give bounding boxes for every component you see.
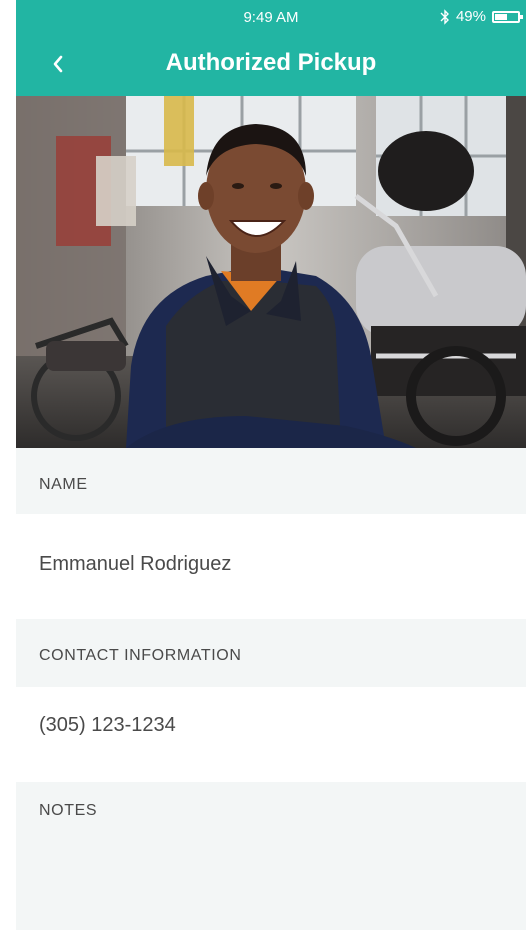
name-value-row: Emmanuel Rodriguez <box>16 514 526 619</box>
status-indicators: 49% <box>439 8 523 25</box>
contact-section-header: CONTACT INFORMATION <box>16 619 526 687</box>
name-section-header: NAME <box>16 448 526 514</box>
battery-icon <box>492 10 523 23</box>
page-title: Authorized Pickup <box>165 49 377 76</box>
notes-label: NOTES <box>39 802 98 819</box>
app-header: 9:49 AM 49% Authorized Pickup <box>16 0 526 96</box>
contact-label: CONTACT INFORMATION <box>39 647 242 664</box>
name-value: Emmanuel Rodriguez <box>39 553 232 575</box>
notes-section-header: NOTES <box>16 782 526 930</box>
name-label: NAME <box>39 476 88 493</box>
contact-value-row: (305) 123-1234 <box>16 687 526 782</box>
battery-percent: 49% <box>455 8 486 25</box>
bluetooth-icon <box>440 8 449 25</box>
app-screen: 9:49 AM 49% Authorized Pickup NAME Emman… <box>16 0 526 930</box>
contact-value[interactable]: (305) 123-1234 <box>39 714 176 736</box>
pickup-person-photo <box>16 96 526 448</box>
